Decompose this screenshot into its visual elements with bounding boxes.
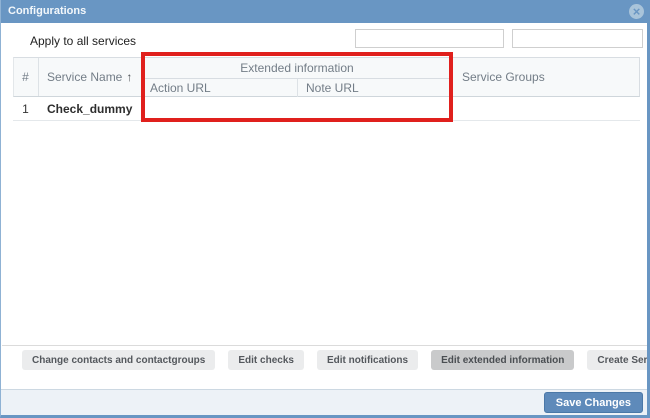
dialog-title: Configurations [8, 5, 87, 17]
apply-all-input-1[interactable] [355, 29, 504, 48]
edit-extended-information-button[interactable]: Edit extended information [431, 350, 575, 370]
configurations-dialog: { "window": { "title": "Configurations",… [0, 0, 650, 418]
edit-notifications-button[interactable]: Edit notifications [316, 350, 419, 370]
header-divider [38, 58, 39, 96]
create-service-groups-button[interactable]: Create Service Groups [587, 350, 650, 370]
apply-all-input-2[interactable] [512, 29, 643, 48]
column-group-extended-information: Extended information [141, 57, 453, 79]
column-header-index[interactable]: # [13, 57, 38, 97]
extended-information-label: Extended information [240, 60, 354, 75]
column-header-service-groups[interactable]: Service Groups [462, 57, 545, 97]
dialog-titlebar: Configurations [0, 0, 650, 23]
column-header-note-url[interactable]: Note URL [306, 79, 359, 97]
close-icon[interactable]: × [629, 4, 644, 19]
apply-to-all-label: Apply to all services [30, 34, 137, 48]
row-index-cell: 1 [22, 102, 29, 116]
save-changes-button[interactable]: Save Changes [543, 392, 643, 413]
actions-divider [2, 345, 647, 346]
action-button-row: Change contacts and contactgroups Edit c… [22, 350, 650, 370]
service-name-label: Service Name [47, 70, 123, 84]
column-header-service-name[interactable]: Service Name ↑ [47, 57, 132, 97]
sort-ascending-icon[interactable]: ↑ [126, 70, 132, 84]
change-contacts-button[interactable]: Change contacts and contactgroups [22, 350, 216, 370]
row-service-name-cell[interactable]: Check_dummy [47, 97, 132, 121]
edit-checks-button[interactable]: Edit checks [228, 350, 304, 370]
column-header-action-url[interactable]: Action URL [150, 79, 211, 97]
header-divider [297, 79, 298, 97]
